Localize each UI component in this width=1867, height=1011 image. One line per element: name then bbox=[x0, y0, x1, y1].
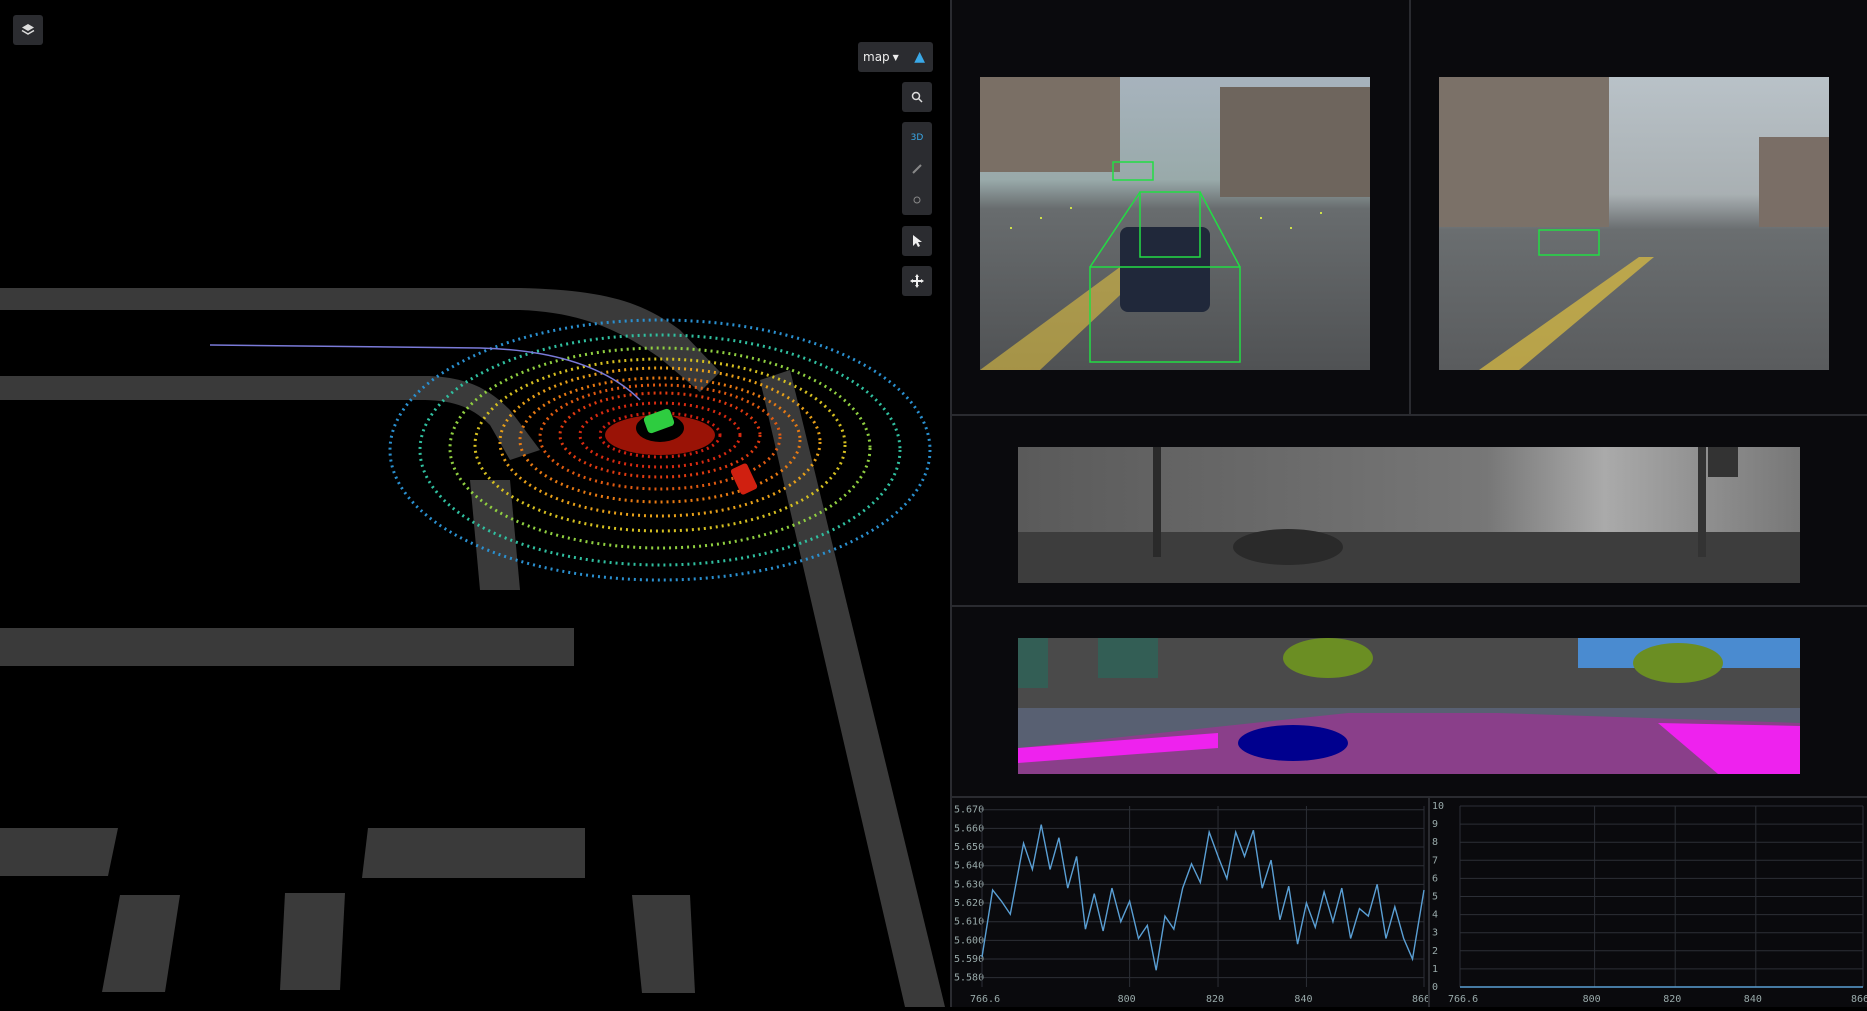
chevron-down-icon: ▼ bbox=[892, 52, 899, 62]
x-tick-label: 800 bbox=[1118, 994, 1136, 1005]
line-chart-2: 109876543210766.6800820840866.6 bbox=[1432, 801, 1867, 1005]
x-tick-label: 820 bbox=[1663, 994, 1681, 1005]
ruler-button[interactable] bbox=[902, 153, 932, 184]
camera-feed-rgb-front bbox=[980, 77, 1370, 370]
y-tick-label: 5.600 bbox=[954, 935, 984, 946]
ruler-icon bbox=[912, 163, 922, 174]
y-tick-label: 8 bbox=[1432, 837, 1438, 848]
x-tick-label: 840 bbox=[1294, 994, 1312, 1005]
target-button[interactable] bbox=[902, 184, 932, 215]
y-tick-label: 5 bbox=[1432, 892, 1438, 903]
3d-viewport[interactable]: map ▼ ▲ 3D bbox=[0, 0, 950, 1007]
series-line bbox=[981, 824, 1425, 971]
y-tick-label: 5.610 bbox=[954, 917, 984, 928]
search-button[interactable] bbox=[902, 82, 932, 112]
x-tick-label: 866.6 bbox=[1412, 994, 1428, 1005]
camera-feed-rgb-side bbox=[1439, 77, 1829, 370]
target-icon bbox=[913, 196, 921, 203]
y-tick-label: 2 bbox=[1432, 946, 1438, 957]
view-mode-group: 3D bbox=[902, 122, 932, 215]
pan-tool-button[interactable] bbox=[902, 266, 932, 296]
y-tick-label: 6 bbox=[1432, 873, 1438, 884]
camera-panel-side bbox=[1411, 0, 1867, 414]
y-tick-label: 0 bbox=[1432, 982, 1438, 993]
x-tick-label: 820 bbox=[1206, 994, 1224, 1005]
layers-button[interactable] bbox=[13, 15, 43, 45]
layers-icon bbox=[21, 24, 35, 35]
select-tool-button[interactable] bbox=[902, 226, 932, 256]
y-tick-label: 10 bbox=[1432, 801, 1444, 812]
x-tick-label: 766.6 bbox=[1448, 994, 1478, 1005]
x-tick-label: 766.6 bbox=[970, 994, 1000, 1005]
y-tick-label: 1 bbox=[1432, 964, 1438, 975]
mode-3d-button[interactable]: 3D bbox=[902, 122, 932, 153]
x-tick-label: 800 bbox=[1583, 994, 1601, 1005]
y-tick-label: 5.640 bbox=[954, 861, 984, 872]
move-icon bbox=[910, 274, 924, 288]
chart-right: 109876543210766.6800820840866.6 bbox=[1430, 798, 1867, 1007]
y-tick-label: 3 bbox=[1432, 928, 1438, 939]
camera-feed-depth bbox=[1018, 447, 1800, 583]
y-tick-label: 5.670 bbox=[954, 805, 984, 816]
depth-camera-panel bbox=[952, 416, 1867, 605]
pointer-icon bbox=[913, 235, 922, 247]
segmentation-camera-panel bbox=[952, 607, 1867, 796]
y-tick-label: 9 bbox=[1432, 819, 1438, 830]
y-tick-label: 5.620 bbox=[954, 898, 984, 909]
y-tick-label: 5.650 bbox=[954, 842, 984, 853]
road-map-layer bbox=[0, 288, 945, 1007]
detected-vehicle bbox=[730, 463, 758, 495]
y-tick-label: 5.660 bbox=[954, 823, 984, 834]
point-cloud-scene bbox=[0, 288, 945, 1007]
search-icon bbox=[911, 91, 923, 103]
x-tick-label: 840 bbox=[1744, 994, 1762, 1005]
map-label: map bbox=[863, 50, 890, 64]
y-tick-label: 4 bbox=[1432, 910, 1438, 921]
line-chart-1: 5.670 5.660 5.650 5.640 5.630 5.620 5.610 5.600… bbox=[954, 805, 1442, 1005]
y-tick-label: 5.590 bbox=[954, 954, 984, 965]
y-tick-label: 7 bbox=[1432, 855, 1438, 866]
navigate-arrow-icon[interactable]: ▲ bbox=[914, 49, 925, 65]
map-style-select[interactable]: map ▼ ▲ bbox=[858, 42, 933, 72]
y-tick-label: 5.630 bbox=[954, 879, 984, 890]
x-tick-label: 866.6 bbox=[1851, 994, 1867, 1005]
camera-panel-front bbox=[952, 0, 1409, 414]
chart-left: 5.670 5.660 5.650 5.640 5.630 5.620 5.610 5.600… bbox=[952, 798, 1442, 1007]
camera-feed-semantic bbox=[1018, 638, 1800, 774]
y-tick-label: 5.580 bbox=[954, 973, 984, 984]
